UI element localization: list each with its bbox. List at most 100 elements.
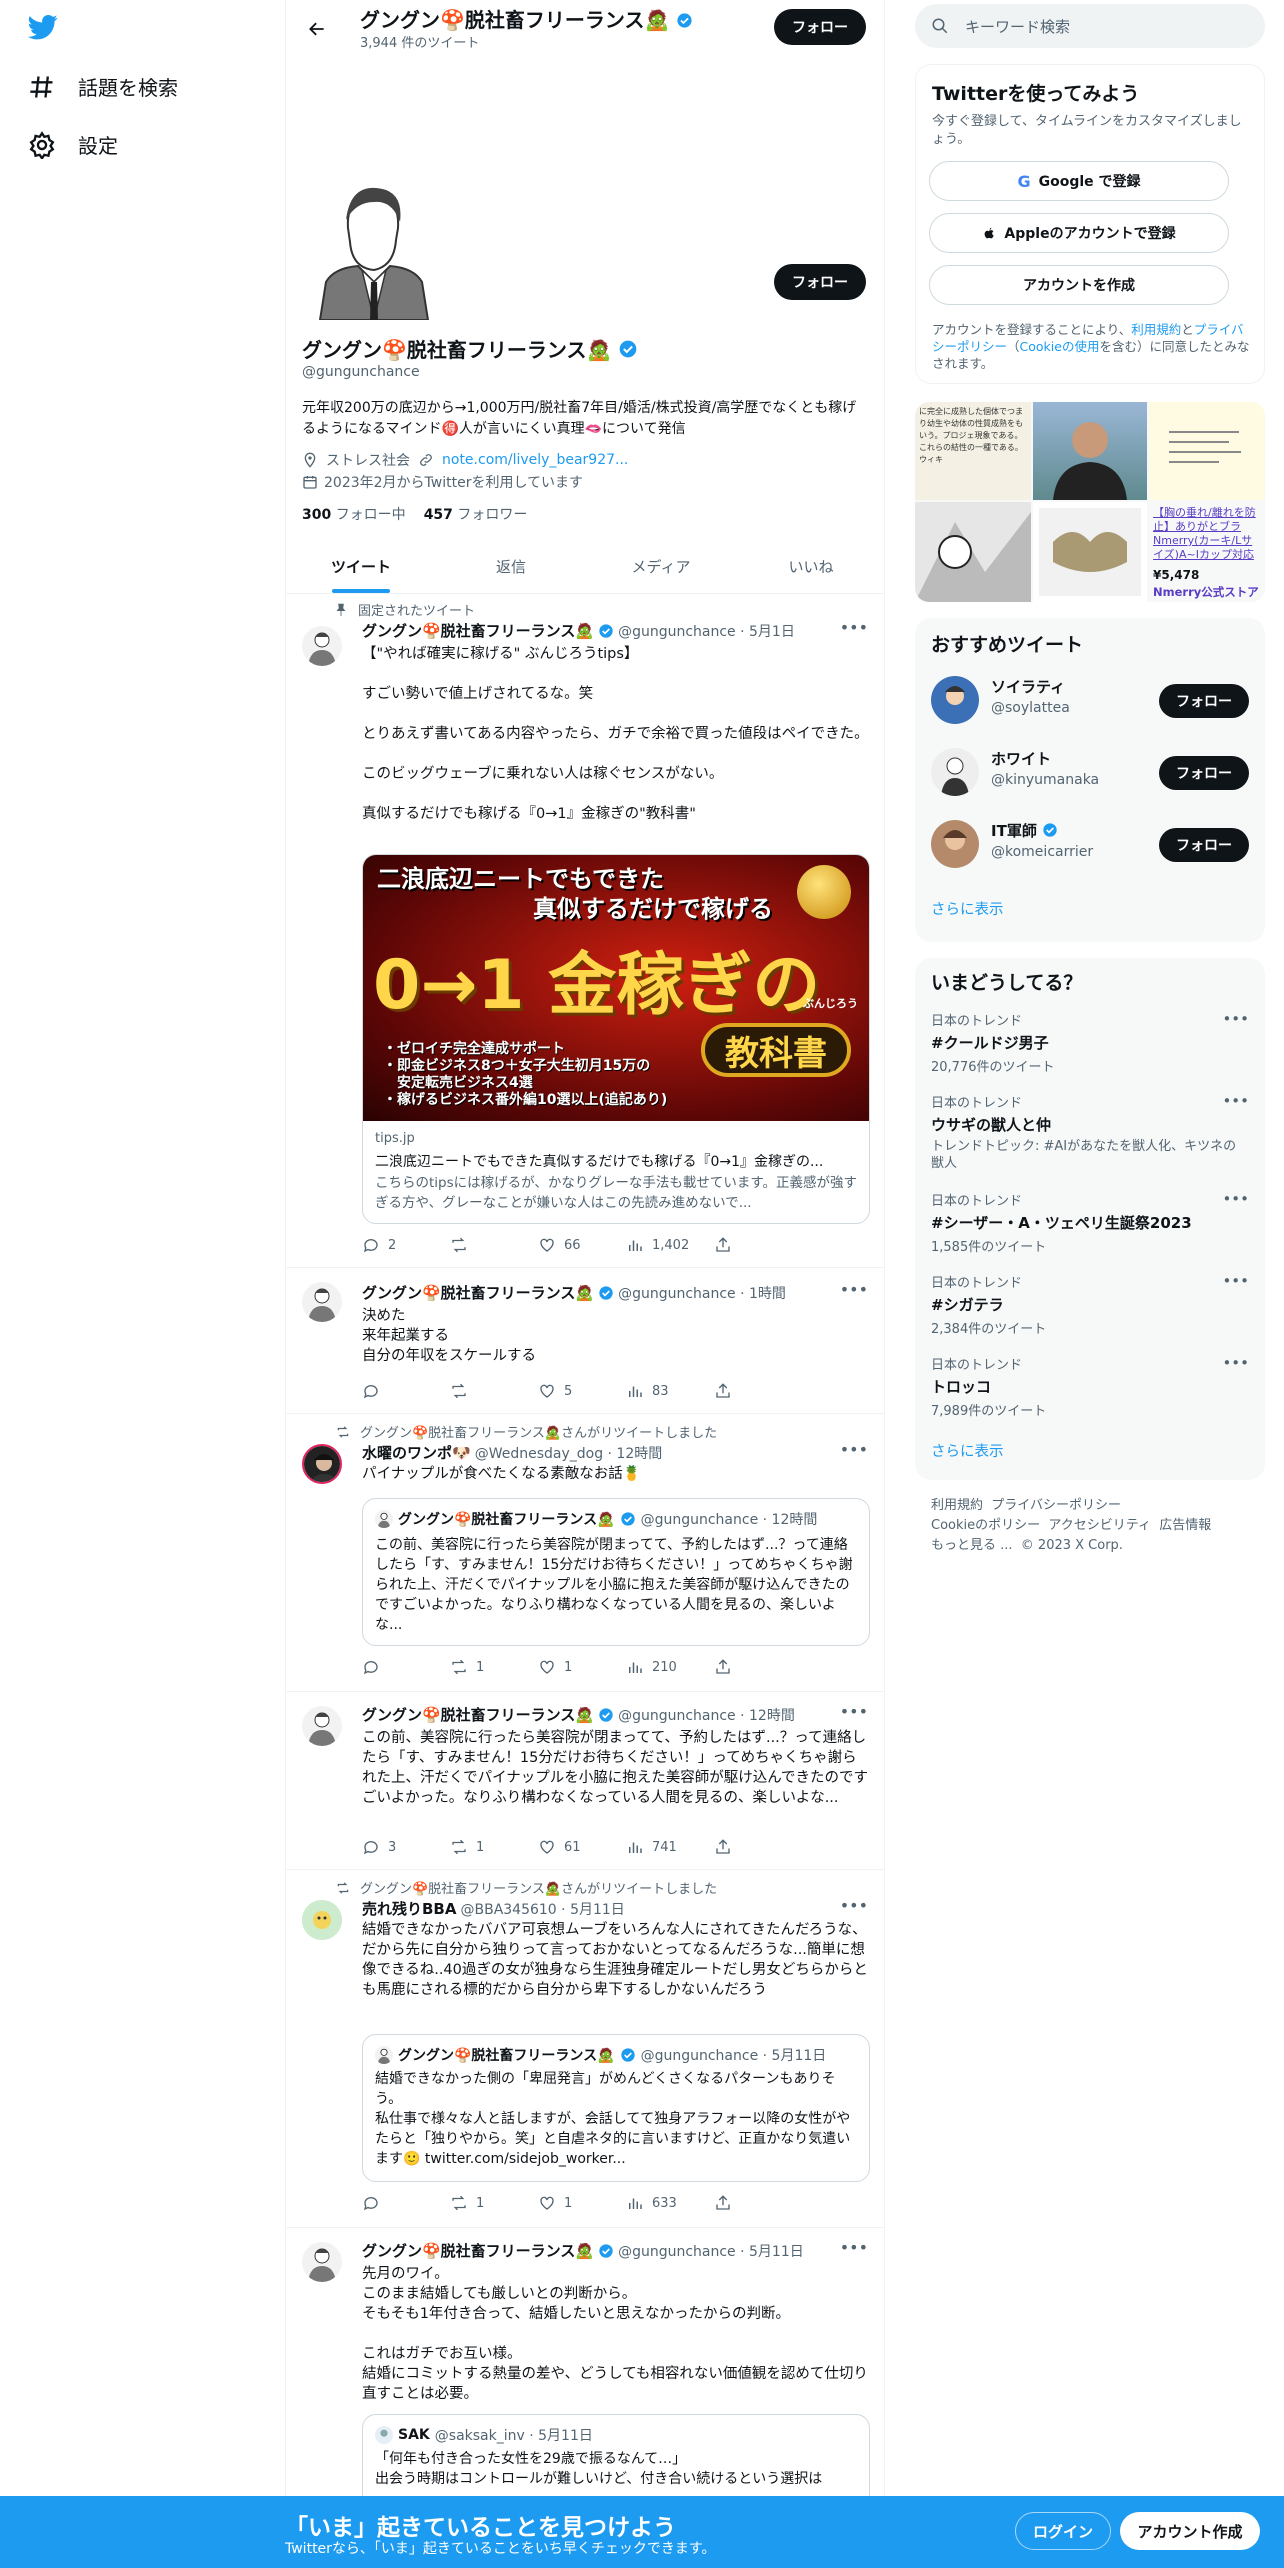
nav-settings[interactable]: 設定 [28, 130, 118, 159]
create-account-button[interactable]: アカウントを作成 [929, 265, 1229, 305]
header-follow-button[interactable]: フォロー [774, 9, 866, 45]
google-signup-button[interactable]: G Google で登録 [929, 161, 1229, 201]
recommended-user[interactable]: ソイラティ @soylattea フォロー [931, 670, 1249, 728]
footer-terms[interactable]: 利用規約 [931, 1498, 983, 1513]
avatar[interactable] [302, 626, 342, 666]
recommended-user[interactable]: IT軍師 @komeicarrier フォロー [931, 814, 1249, 872]
footer-accessibility[interactable]: アクセシビリティ [1048, 1518, 1151, 1533]
like-button[interactable]: 1 [538, 2194, 626, 2212]
more-icon[interactable]: ••• [1222, 1010, 1249, 1028]
tweet[interactable]: 固定されたツイート グングン🍄脱社畜フリーランス🧟 @gungunchance ·… [286, 594, 884, 1268]
quoted-tweet[interactable]: グングン🍄脱社畜フリーランス🧟 @gungunchance · 5月11日 結婚で… [362, 2034, 870, 2182]
profile-follow-button[interactable]: フォロー [774, 264, 866, 300]
more-icon[interactable]: ••• [840, 1896, 868, 1915]
reply-button[interactable]: 2 [362, 1236, 450, 1254]
signup-button[interactable]: アカウント作成 [1120, 2512, 1260, 2550]
views-button[interactable]: 1,402 [626, 1236, 714, 1254]
avatar[interactable] [302, 1900, 342, 1940]
trend-item[interactable]: 日本のトレンド #シーザー・A・ツェペリ生誕祭2023 1,585件のツイート … [931, 1190, 1249, 1255]
reply-button[interactable] [362, 1382, 450, 1400]
like-button[interactable]: 1 [538, 1658, 626, 1676]
share-icon[interactable] [714, 1382, 802, 1400]
retweet-button[interactable]: 1 [450, 2194, 538, 2212]
ad-shop[interactable]: Nmerry公式ストア [1153, 584, 1259, 600]
tab-likes[interactable]: いいね [736, 540, 884, 593]
views-button[interactable]: 83 [626, 1382, 714, 1400]
reply-button[interactable] [362, 1658, 450, 1676]
like-button[interactable]: 66 [538, 1236, 626, 1254]
trend-item[interactable]: 日本のトレンド トロッコ 7,989件のツイート ••• [931, 1354, 1249, 1419]
recommended-user[interactable]: ホワイト @kinyumanaka フォロー [931, 742, 1249, 800]
tweet[interactable]: グングン🍄脱社畜フリーランス🧟 @gungunchance · 1時間 ••• 決… [286, 1268, 884, 1414]
back-arrow-icon[interactable] [300, 12, 334, 46]
trend-item[interactable]: 日本のトレンド #クールドジ男子 20,776件のツイート ••• [931, 1010, 1249, 1075]
search-input[interactable]: キーワード検索 [915, 4, 1265, 48]
more-icon[interactable]: ••• [1222, 1354, 1249, 1372]
follow-button[interactable]: フォロー [1159, 684, 1249, 718]
footer-cookie[interactable]: Cookieのポリシー [931, 1518, 1040, 1533]
more-icon[interactable]: ••• [1222, 1092, 1249, 1110]
tweet[interactable]: グングン🍄脱社畜フリーランス🧟 @gungunchance · 12時間 ••• … [286, 1692, 884, 1870]
show-more-link[interactable]: さらに表示 [931, 898, 1004, 919]
like-button[interactable]: 61 [538, 1838, 626, 1856]
link-card[interactable]: 二浪底辺ニートでもできた 真似するだけで稼げる 0→1 金稼ぎの 教科書 ぶんじ… [362, 854, 870, 1224]
profile-avatar[interactable] [310, 170, 440, 320]
avatar[interactable] [302, 1706, 342, 1746]
tweet[interactable]: グングン🍄脱社畜フリーランス🧟さんがリツイートしました 売れ残りBBA @BBA3… [286, 1870, 884, 2228]
twitter-logo-icon[interactable] [26, 12, 62, 44]
verified-badge-icon [599, 1707, 613, 1722]
show-more-trends-link[interactable]: さらに表示 [931, 1440, 1004, 1461]
footer-more[interactable]: もっと見る ... [931, 1538, 1013, 1553]
apple-signup-button[interactable]: Appleのアカウントで登録 [929, 213, 1229, 253]
views-button[interactable]: 633 [626, 2194, 714, 2212]
nav-explore[interactable]: 話題を検索 [28, 72, 178, 101]
follow-button[interactable]: フォロー [1159, 756, 1249, 790]
avatar[interactable] [931, 820, 979, 868]
more-icon[interactable]: ••• [840, 1702, 868, 1721]
reply-button[interactable] [362, 2194, 450, 2212]
followers-link[interactable]: 457 フォロワー [424, 504, 528, 524]
more-icon[interactable]: ••• [840, 1280, 868, 1299]
quoted-tweet[interactable]: グングン🍄脱社畜フリーランス🧟 @gungunchance · 12時間 この前、… [362, 1498, 870, 1646]
avatar[interactable] [931, 676, 979, 724]
ad-banner[interactable]: に完全に成熟した個体でつまり幼生や幼体の性質成熟をもいう。プロジェ現象である。こ… [915, 402, 1265, 602]
avatar[interactable] [302, 1444, 342, 1484]
like-button[interactable]: 5 [538, 1382, 626, 1400]
follow-button[interactable]: フォロー [1159, 828, 1249, 862]
retweet-button[interactable]: 1 [450, 1658, 538, 1676]
more-icon[interactable]: ••• [840, 618, 868, 637]
share-icon[interactable] [714, 1658, 802, 1676]
footer-copyright: © 2023 X Corp. [1020, 1538, 1123, 1553]
more-icon[interactable]: ••• [1222, 1272, 1249, 1290]
share-icon[interactable] [714, 1236, 802, 1254]
tweet[interactable]: グングン🍄脱社畜フリーランス🧟さんがリツイートしました 水曜のワンポ🐶 @Wedn… [286, 1414, 884, 1692]
profile-link[interactable]: note.com/lively_bear927... [442, 452, 628, 468]
tab-replies[interactable]: 返信 [436, 540, 586, 593]
share-icon[interactable] [714, 2194, 802, 2212]
avatar[interactable] [931, 748, 979, 796]
more-icon[interactable]: ••• [840, 2238, 868, 2257]
share-icon[interactable] [714, 1838, 802, 1856]
trend-item[interactable]: 日本のトレンド #シガテラ 2,384件のツイート ••• [931, 1272, 1249, 1337]
ad-product-title[interactable]: 【胸の垂れ/離れを防止】ありがとブラNmerry(カーキ/Lサイズ)A~Iカップ… [1153, 506, 1263, 562]
views-button[interactable]: 741 [626, 1838, 714, 1856]
trend-item[interactable]: 日本のトレンド ウサギの獣人と仲 トレンドトピック: #AIがあなたを獣人化、キ… [931, 1092, 1249, 1172]
footer-privacy[interactable]: プライバシーポリシー [991, 1498, 1121, 1513]
retweet-button[interactable] [450, 1236, 538, 1254]
login-button[interactable]: ログイン [1015, 2512, 1111, 2550]
more-icon[interactable]: ••• [840, 1440, 868, 1459]
avatar[interactable] [302, 1282, 342, 1322]
retweet-button[interactable] [450, 1382, 538, 1400]
avatar[interactable] [302, 2242, 342, 2282]
retweet-button[interactable]: 1 [450, 1838, 538, 1856]
tab-media[interactable]: メディア [586, 540, 736, 593]
more-icon[interactable]: ••• [1222, 1190, 1249, 1208]
reply-button[interactable]: 3 [362, 1838, 450, 1856]
views-button[interactable]: 210 [626, 1658, 714, 1676]
cookie-link[interactable]: Cookieの使用 [1020, 339, 1100, 354]
terms-link[interactable]: 利用規約 [1131, 322, 1181, 337]
footer-ads[interactable]: 広告情報 [1159, 1518, 1211, 1533]
tab-tweets[interactable]: ツイート [286, 540, 436, 593]
card-title: 二浪底辺ニートでもできた真似するだけでも稼げる『0→1』金稼ぎの... [375, 1154, 824, 1170]
following-link[interactable]: 300 フォロー中 [302, 504, 406, 524]
